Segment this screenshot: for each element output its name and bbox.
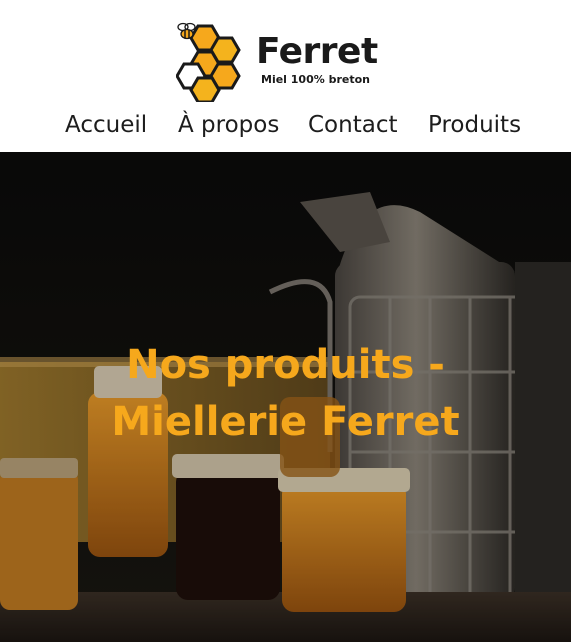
site-header: Ferret Miel 100% breton Accueil À propos… [0,0,571,152]
nav-item-accueil[interactable]: Accueil [65,108,147,142]
brand-name: Ferret [256,31,378,72]
nav-item-a-propos[interactable]: À propos [178,108,279,142]
hero-title-line-2: Miellerie Ferret [111,399,460,445]
nav-item-contact[interactable]: Contact [308,108,397,142]
main-nav: Accueil À propos Contact Produits [0,108,571,144]
hero-title-line-1: Nos produits - [126,342,445,388]
site-logo[interactable]: Ferret Miel 100% breton [176,16,378,102]
hero-banner: Nos produits - Miellerie Ferret [0,152,571,642]
hero-title: Nos produits - Miellerie Ferret [0,337,571,451]
bee-icon [177,22,196,40]
nav-item-produits[interactable]: Produits [428,108,521,142]
brand-tagline: Miel 100% breton [261,73,370,86]
